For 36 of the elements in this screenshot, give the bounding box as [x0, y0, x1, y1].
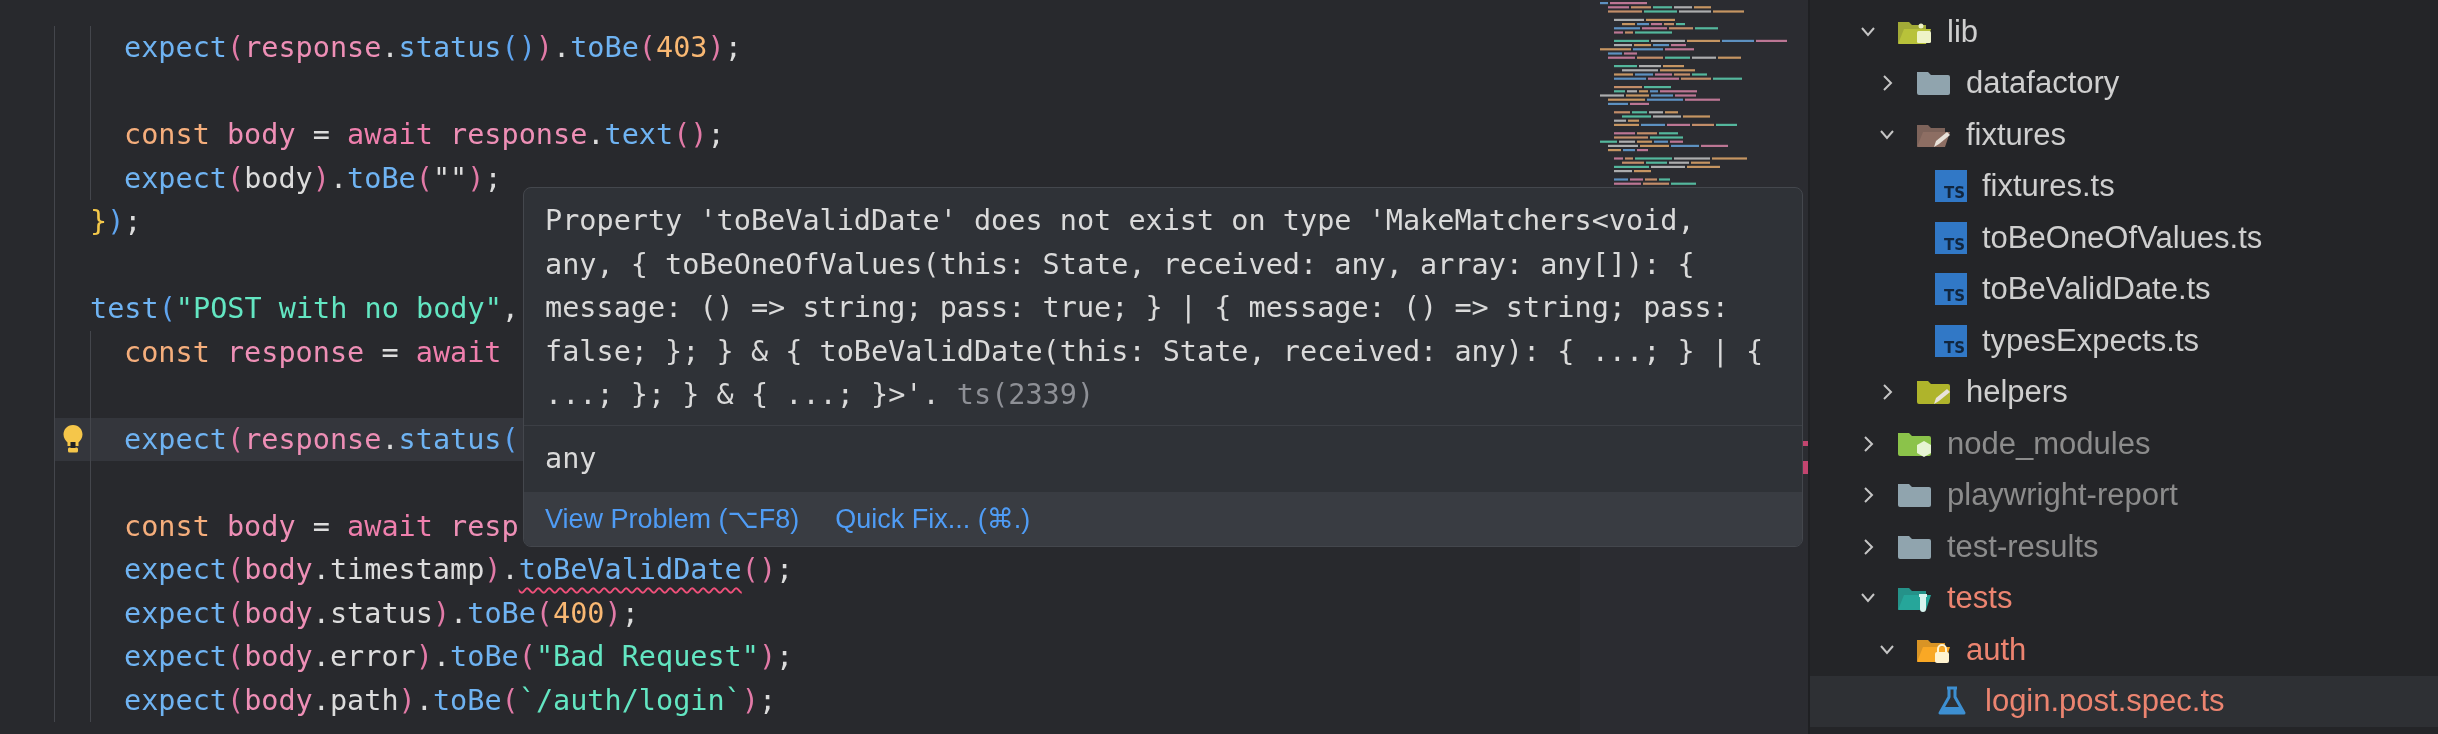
- tree-item[interactable]: datafactory: [1810, 57, 2438, 109]
- action-link[interactable]: View Problem (⌥F8): [545, 503, 800, 535]
- problem-marker: [1803, 461, 1808, 474]
- tree-item[interactable]: TS typesExpects.ts: [1810, 315, 2438, 367]
- tree-item[interactable]: lib: [1810, 6, 2438, 58]
- tree-item[interactable]: playwright-report: [1810, 469, 2438, 521]
- file-type-icon: TS: [1935, 324, 1967, 357]
- type-text: any: [545, 441, 597, 475]
- tree-item[interactable]: node_modules: [1810, 418, 2438, 470]
- code-line: expect(body.status).toBe(400);: [124, 596, 639, 630]
- code-line: expect(body).toBe("");: [124, 161, 502, 195]
- error-message: Property 'toBeValidDate' does not exist on type 'MakeMatchers<void, any, { toBeOneOfValues(this: State, received: any, array: any[]): { message: () => string; pass: true; } | { message: () => string; pass: false; }; } & { toBeValidDate(this: State, received: any): { ...; } | { ...; }; } & { ...; }>'. ts(2339): [544, 203, 1765, 413]
- code-line: const body = await response.text();: [124, 118, 725, 151]
- tree-item[interactable]: TS toBeValidDate.ts: [1810, 263, 2438, 315]
- file-type-icon: TS: [1935, 273, 1967, 306]
- code-line: expect(response.status()).toBe(403);: [124, 31, 742, 64]
- file-type-icon: TS: [1935, 170, 1967, 203]
- file-type-icon: TS: [1935, 221, 1967, 254]
- tree-item[interactable]: tests: [1810, 572, 2438, 624]
- code-line: });: [90, 205, 142, 238]
- tree-item[interactable]: TS toBeOneOfValues.ts: [1810, 212, 2438, 264]
- action-link[interactable]: Quick Fix... (⌘.): [835, 503, 1031, 535]
- tree-item[interactable]: fixtures: [1810, 109, 2438, 161]
- code-line: const response = await: [124, 335, 502, 369]
- tree-item[interactable]: TS fixtures.ts: [1810, 160, 2438, 212]
- tree-item[interactable]: auth: [1810, 624, 2438, 676]
- code-line: expect(body.error).toBe("Bad Request");: [124, 640, 794, 673]
- code-line: expect(body.timestamp).toBeValidDate();: [124, 553, 794, 586]
- tree-item[interactable]: test-results: [1810, 521, 2438, 573]
- code-line: expect(body.path).toBe(`/auth/login`);: [124, 683, 777, 717]
- code-line: test("POST with no body",: [90, 292, 519, 325]
- tree-item[interactable]: helpers: [1810, 366, 2438, 418]
- code-line: expect(response.status(: [124, 422, 519, 456]
- problem-marker: [1803, 441, 1808, 446]
- tree-item[interactable]: login.post.spec.ts: [1810, 675, 2438, 727]
- code-line: const body = await resp: [124, 509, 519, 543]
